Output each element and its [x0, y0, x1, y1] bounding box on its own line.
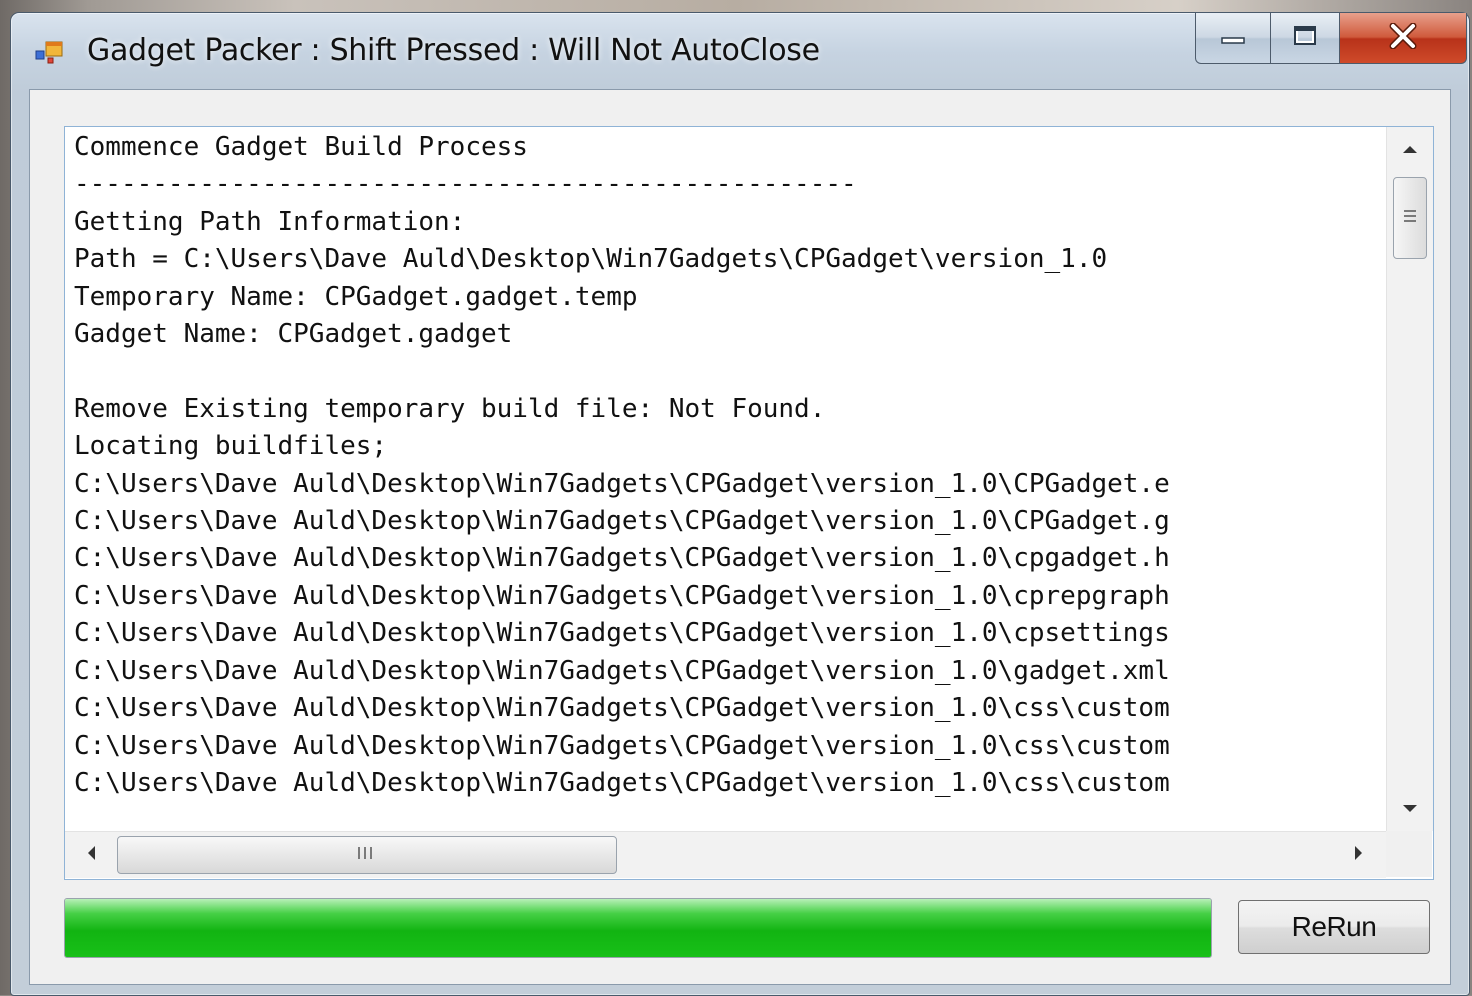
- log-line: C:\Users\Dave Auld\Desktop\Win7Gadgets\C…: [74, 767, 1170, 798]
- grip-icon: [1403, 208, 1417, 228]
- log-line: C:\Users\Dave Auld\Desktop\Win7Gadgets\C…: [74, 693, 1170, 724]
- title-bar[interactable]: Gadget Packer : Shift Pressed : Will Not…: [11, 13, 1469, 89]
- log-line: C:\Users\Dave Auld\Desktop\Win7Gadgets\C…: [74, 730, 1170, 761]
- horizontal-scrollbar[interactable]: [65, 831, 1386, 878]
- maximize-button[interactable]: [1271, 13, 1340, 64]
- app-window: Gadget Packer : Shift Pressed : Will Not…: [10, 12, 1470, 996]
- maximize-icon: [1291, 24, 1319, 52]
- build-log-textbox[interactable]: Commence Gadget Build Process -----------…: [64, 126, 1434, 880]
- build-progress-bar: [64, 898, 1212, 958]
- window-title: Gadget Packer : Shift Pressed : Will Not…: [87, 33, 820, 68]
- log-line: C:\Users\Dave Auld\Desktop\Win7Gadgets\C…: [74, 655, 1170, 686]
- log-lines: Commence Gadget Build Process -----------…: [74, 129, 1384, 813]
- log-line: C:\Users\Dave Auld\Desktop\Win7Gadgets\C…: [74, 618, 1170, 649]
- arrow-left-icon: [85, 844, 97, 867]
- arrow-right-icon: [1353, 844, 1365, 867]
- log-line: Gadget Name: CPGadget.gadget: [74, 319, 513, 350]
- close-button[interactable]: [1340, 13, 1467, 64]
- scroll-down-button[interactable]: [1387, 789, 1433, 829]
- rerun-button[interactable]: ReRun: [1238, 900, 1430, 954]
- vertical-scroll-thumb[interactable]: [1393, 177, 1427, 259]
- log-line: C:\Users\Dave Auld\Desktop\Win7Gadgets\C…: [74, 506, 1170, 537]
- arrow-down-icon: [1401, 799, 1419, 820]
- minimize-button[interactable]: [1195, 13, 1271, 64]
- minimize-icon: [1219, 26, 1247, 50]
- grip-icon: [356, 845, 378, 865]
- horizontal-scroll-thumb[interactable]: [117, 836, 617, 874]
- scroll-left-button[interactable]: [69, 832, 113, 878]
- log-line: C:\Users\Dave Auld\Desktop\Win7Gadgets\C…: [74, 543, 1170, 574]
- log-line: C:\Users\Dave Auld\Desktop\Win7Gadgets\C…: [74, 580, 1170, 611]
- scroll-up-button[interactable]: [1387, 129, 1433, 169]
- scroll-right-button[interactable]: [1337, 832, 1381, 878]
- log-line: C:\Users\Dave Auld\Desktop\Win7Gadgets\C…: [74, 468, 1170, 499]
- caption-buttons: [1195, 13, 1467, 65]
- log-line: Locating buildfiles;: [74, 431, 388, 462]
- close-icon: [1388, 22, 1418, 53]
- log-line: Path = C:\Users\Dave Auld\Desktop\Win7Ga…: [74, 244, 1108, 275]
- app-window-icon[interactable]: [35, 39, 65, 65]
- client-area: Commence Gadget Build Process -----------…: [29, 89, 1451, 985]
- log-line: Commence Gadget Build Process: [74, 132, 528, 162]
- log-line: ----------------------------------------…: [74, 169, 857, 200]
- arrow-up-icon: [1401, 139, 1419, 160]
- vertical-scrollbar[interactable]: [1386, 127, 1433, 831]
- log-line: Getting Path Information:: [74, 206, 466, 237]
- scrollbar-corner: [1386, 831, 1432, 877]
- log-line: Temporary Name: CPGadget.gadget.temp: [74, 281, 638, 312]
- progress-fill: [65, 899, 1211, 957]
- log-line: Remove Existing temporary build file: No…: [74, 393, 826, 424]
